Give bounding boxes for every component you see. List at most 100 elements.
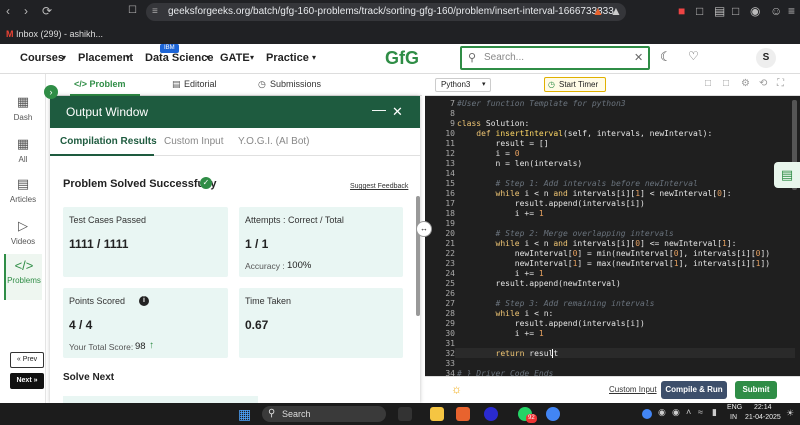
code-line[interactable]: while i < n: bbox=[457, 309, 554, 318]
code-line[interactable]: n = len(intervals) bbox=[457, 159, 583, 168]
suggest-feedback-link[interactable]: Suggest Feedback bbox=[350, 183, 408, 190]
clock-time[interactable]: 22:14 bbox=[754, 404, 772, 411]
wallet-icon[interactable]: □ bbox=[732, 4, 739, 18]
feedback-chat-icon[interactable]: ▤ bbox=[774, 162, 800, 188]
tab-problem[interactable]: </> Problem bbox=[74, 79, 126, 89]
brave-rewards-icon[interactable]: ▲ bbox=[610, 4, 622, 18]
theme-toggle-icon[interactable]: ☾ bbox=[660, 49, 672, 65]
code-line[interactable]: newInterval[0] = min(newInterval[0], int… bbox=[457, 249, 770, 258]
custom-input-link[interactable]: Custom Input bbox=[609, 385, 657, 394]
brave-shield-icon[interactable]: ▲ bbox=[592, 4, 604, 18]
sidebar-item-articles[interactable]: ▤ Articles bbox=[4, 172, 42, 212]
code-line[interactable]: while i < n and intervals[i][0] <= newIn… bbox=[457, 239, 737, 248]
brave-browser-icon[interactable] bbox=[456, 407, 470, 421]
tab-editorial[interactable]: Editorial bbox=[184, 79, 217, 89]
language-indicator[interactable]: ENG bbox=[727, 404, 742, 411]
address-bar[interactable]: ≡ geeksforgeeks.org/batch/gfg-160-proble… bbox=[146, 3, 626, 21]
next-button[interactable]: Next » bbox=[10, 373, 44, 389]
compile-run-button[interactable]: Compile & Run bbox=[661, 381, 727, 399]
nav-courses[interactable]: Courses bbox=[20, 52, 64, 64]
code-line[interactable]: def insertInterval(self, intervals, newI… bbox=[457, 129, 712, 138]
sidebar-item-all[interactable]: ▦ All bbox=[4, 132, 42, 172]
sidebar-item-videos[interactable]: ▷ Videos bbox=[4, 214, 42, 254]
prev-button[interactable]: « Prev bbox=[10, 352, 44, 368]
profile-icon[interactable]: ☺ bbox=[770, 4, 782, 18]
notifications-icon[interactable]: ☀ bbox=[786, 408, 794, 419]
code-line[interactable]: result = [] bbox=[457, 139, 549, 148]
tray-icon[interactable]: ◉ bbox=[672, 407, 680, 418]
language-select[interactable]: Python3 ▾ bbox=[435, 78, 491, 92]
wifi-icon[interactable]: ≈ bbox=[698, 407, 703, 417]
panel-resize-handle[interactable]: ↔ bbox=[416, 221, 432, 237]
back-icon[interactable]: ‹ bbox=[6, 4, 10, 18]
tab-compilation-results[interactable]: Compilation Results bbox=[60, 136, 157, 147]
chevron-down-icon: ▾ bbox=[250, 53, 255, 62]
settings-icon[interactable]: ⚙ bbox=[741, 78, 750, 89]
battery-icon[interactable]: ▮ bbox=[712, 407, 717, 418]
scrollbar-thumb[interactable] bbox=[416, 196, 420, 316]
chrome-icon[interactable] bbox=[546, 407, 560, 421]
nav-data-science[interactable]: Data Science bbox=[145, 52, 213, 64]
code-line[interactable]: #User function Template for python3 bbox=[457, 99, 626, 108]
code-line[interactable]: while i < n and intervals[i][1] < newInt… bbox=[457, 189, 732, 198]
taskbar-search[interactable]: ⚲ Search bbox=[262, 406, 386, 422]
tab-submissions[interactable]: Submissions bbox=[270, 79, 321, 89]
forward-icon[interactable]: › bbox=[24, 4, 28, 18]
notification-bell-icon[interactable]: ♡ bbox=[688, 49, 699, 63]
bookmark-page-icon[interactable]: ☐ bbox=[128, 4, 137, 18]
code-line[interactable]: return result bbox=[457, 349, 559, 358]
reset-icon[interactable]: □ bbox=[723, 78, 729, 89]
sidebar-item-dash[interactable]: ▦ Dash bbox=[4, 90, 42, 130]
fullscreen-icon[interactable]: ⛶ bbox=[777, 78, 784, 89]
task-view-icon[interactable] bbox=[398, 407, 412, 421]
search-input[interactable]: ⚲ Search... ✕ bbox=[460, 46, 650, 70]
avatar[interactable]: S bbox=[756, 48, 776, 68]
nav-gate[interactable]: GATE bbox=[220, 52, 250, 64]
bookmark-inbox[interactable]: Inbox (299) - ashikh... bbox=[16, 29, 103, 39]
code-editor[interactable]: 7 #User function Template for python3 8 9 cl… bbox=[425, 96, 800, 378]
code-line[interactable]: # Step 2: Merge overlapping intervals bbox=[457, 229, 674, 238]
chevron-up-icon[interactable]: ˄ bbox=[686, 407, 691, 417]
reload-icon[interactable]: ⟳ bbox=[42, 4, 52, 18]
code-line[interactable]: # Step 1: Add intervals before newInterv… bbox=[457, 179, 698, 188]
code-line[interactable]: i += 1 bbox=[457, 329, 544, 338]
code-line[interactable]: i += 1 bbox=[457, 209, 544, 218]
vpn-icon[interactable]: ◉ bbox=[750, 4, 760, 18]
tab-yogi-ai-bot[interactable]: Y.O.G.I. (AI Bot) bbox=[238, 136, 310, 147]
gmail-icon: M bbox=[6, 29, 14, 39]
sidebar-toggle-icon[interactable]: ▤ bbox=[714, 4, 725, 18]
tab-custom-input[interactable]: Custom Input bbox=[164, 136, 223, 147]
menu-icon[interactable]: ≡ bbox=[788, 4, 795, 18]
copy-icon[interactable]: □ bbox=[705, 78, 711, 89]
code-line[interactable]: newInterval[1] = max(newInterval[1], int… bbox=[457, 259, 770, 268]
extension-icon[interactable]: ■ bbox=[678, 4, 685, 18]
nav-practice[interactable]: Practice bbox=[266, 52, 309, 64]
chevron-right-icon[interactable]: › bbox=[44, 85, 58, 99]
close-icon[interactable]: ✕ bbox=[392, 96, 403, 128]
code-line[interactable]: i = 0 bbox=[457, 149, 520, 158]
gfg-logo[interactable]: GfG bbox=[382, 49, 422, 67]
extensions-icon[interactable]: □ bbox=[696, 4, 703, 18]
submit-button[interactable]: Submit bbox=[735, 381, 777, 399]
tray-chrome-icon[interactable] bbox=[642, 409, 652, 419]
sidebar-item-problems[interactable]: </> Problems bbox=[4, 254, 42, 300]
close-icon[interactable]: ✕ bbox=[634, 48, 643, 68]
minimize-icon[interactable]: — bbox=[372, 93, 386, 125]
info-icon[interactable]: i bbox=[139, 296, 149, 306]
site-info-icon[interactable]: ≡ bbox=[152, 3, 158, 21]
file-explorer-icon[interactable] bbox=[430, 407, 444, 421]
code-line[interactable]: # Step 3: Add remaining intervals bbox=[457, 299, 655, 308]
code-line[interactable]: result.append(intervals[i]) bbox=[457, 319, 645, 328]
solve-next-card[interactable] bbox=[63, 396, 258, 403]
undo-icon[interactable]: ⟲ bbox=[759, 78, 767, 89]
code-line[interactable]: result.append(newInterval) bbox=[457, 279, 621, 288]
code-line[interactable]: i += 1 bbox=[457, 269, 544, 278]
windows-start-icon[interactable]: ▦ bbox=[238, 406, 251, 422]
search-icon: ⚲ bbox=[268, 408, 276, 419]
tray-icon[interactable]: ◉ bbox=[658, 407, 666, 418]
code-line[interactable]: result.append(intervals[i]) bbox=[457, 199, 645, 208]
code-line[interactable]: class Solution: bbox=[457, 119, 529, 128]
nav-placement[interactable]: Placement bbox=[78, 52, 133, 64]
brightness-icon[interactable]: ☼ bbox=[451, 382, 462, 396]
start-timer-button[interactable]: ◷ Start Timer bbox=[544, 77, 606, 92]
